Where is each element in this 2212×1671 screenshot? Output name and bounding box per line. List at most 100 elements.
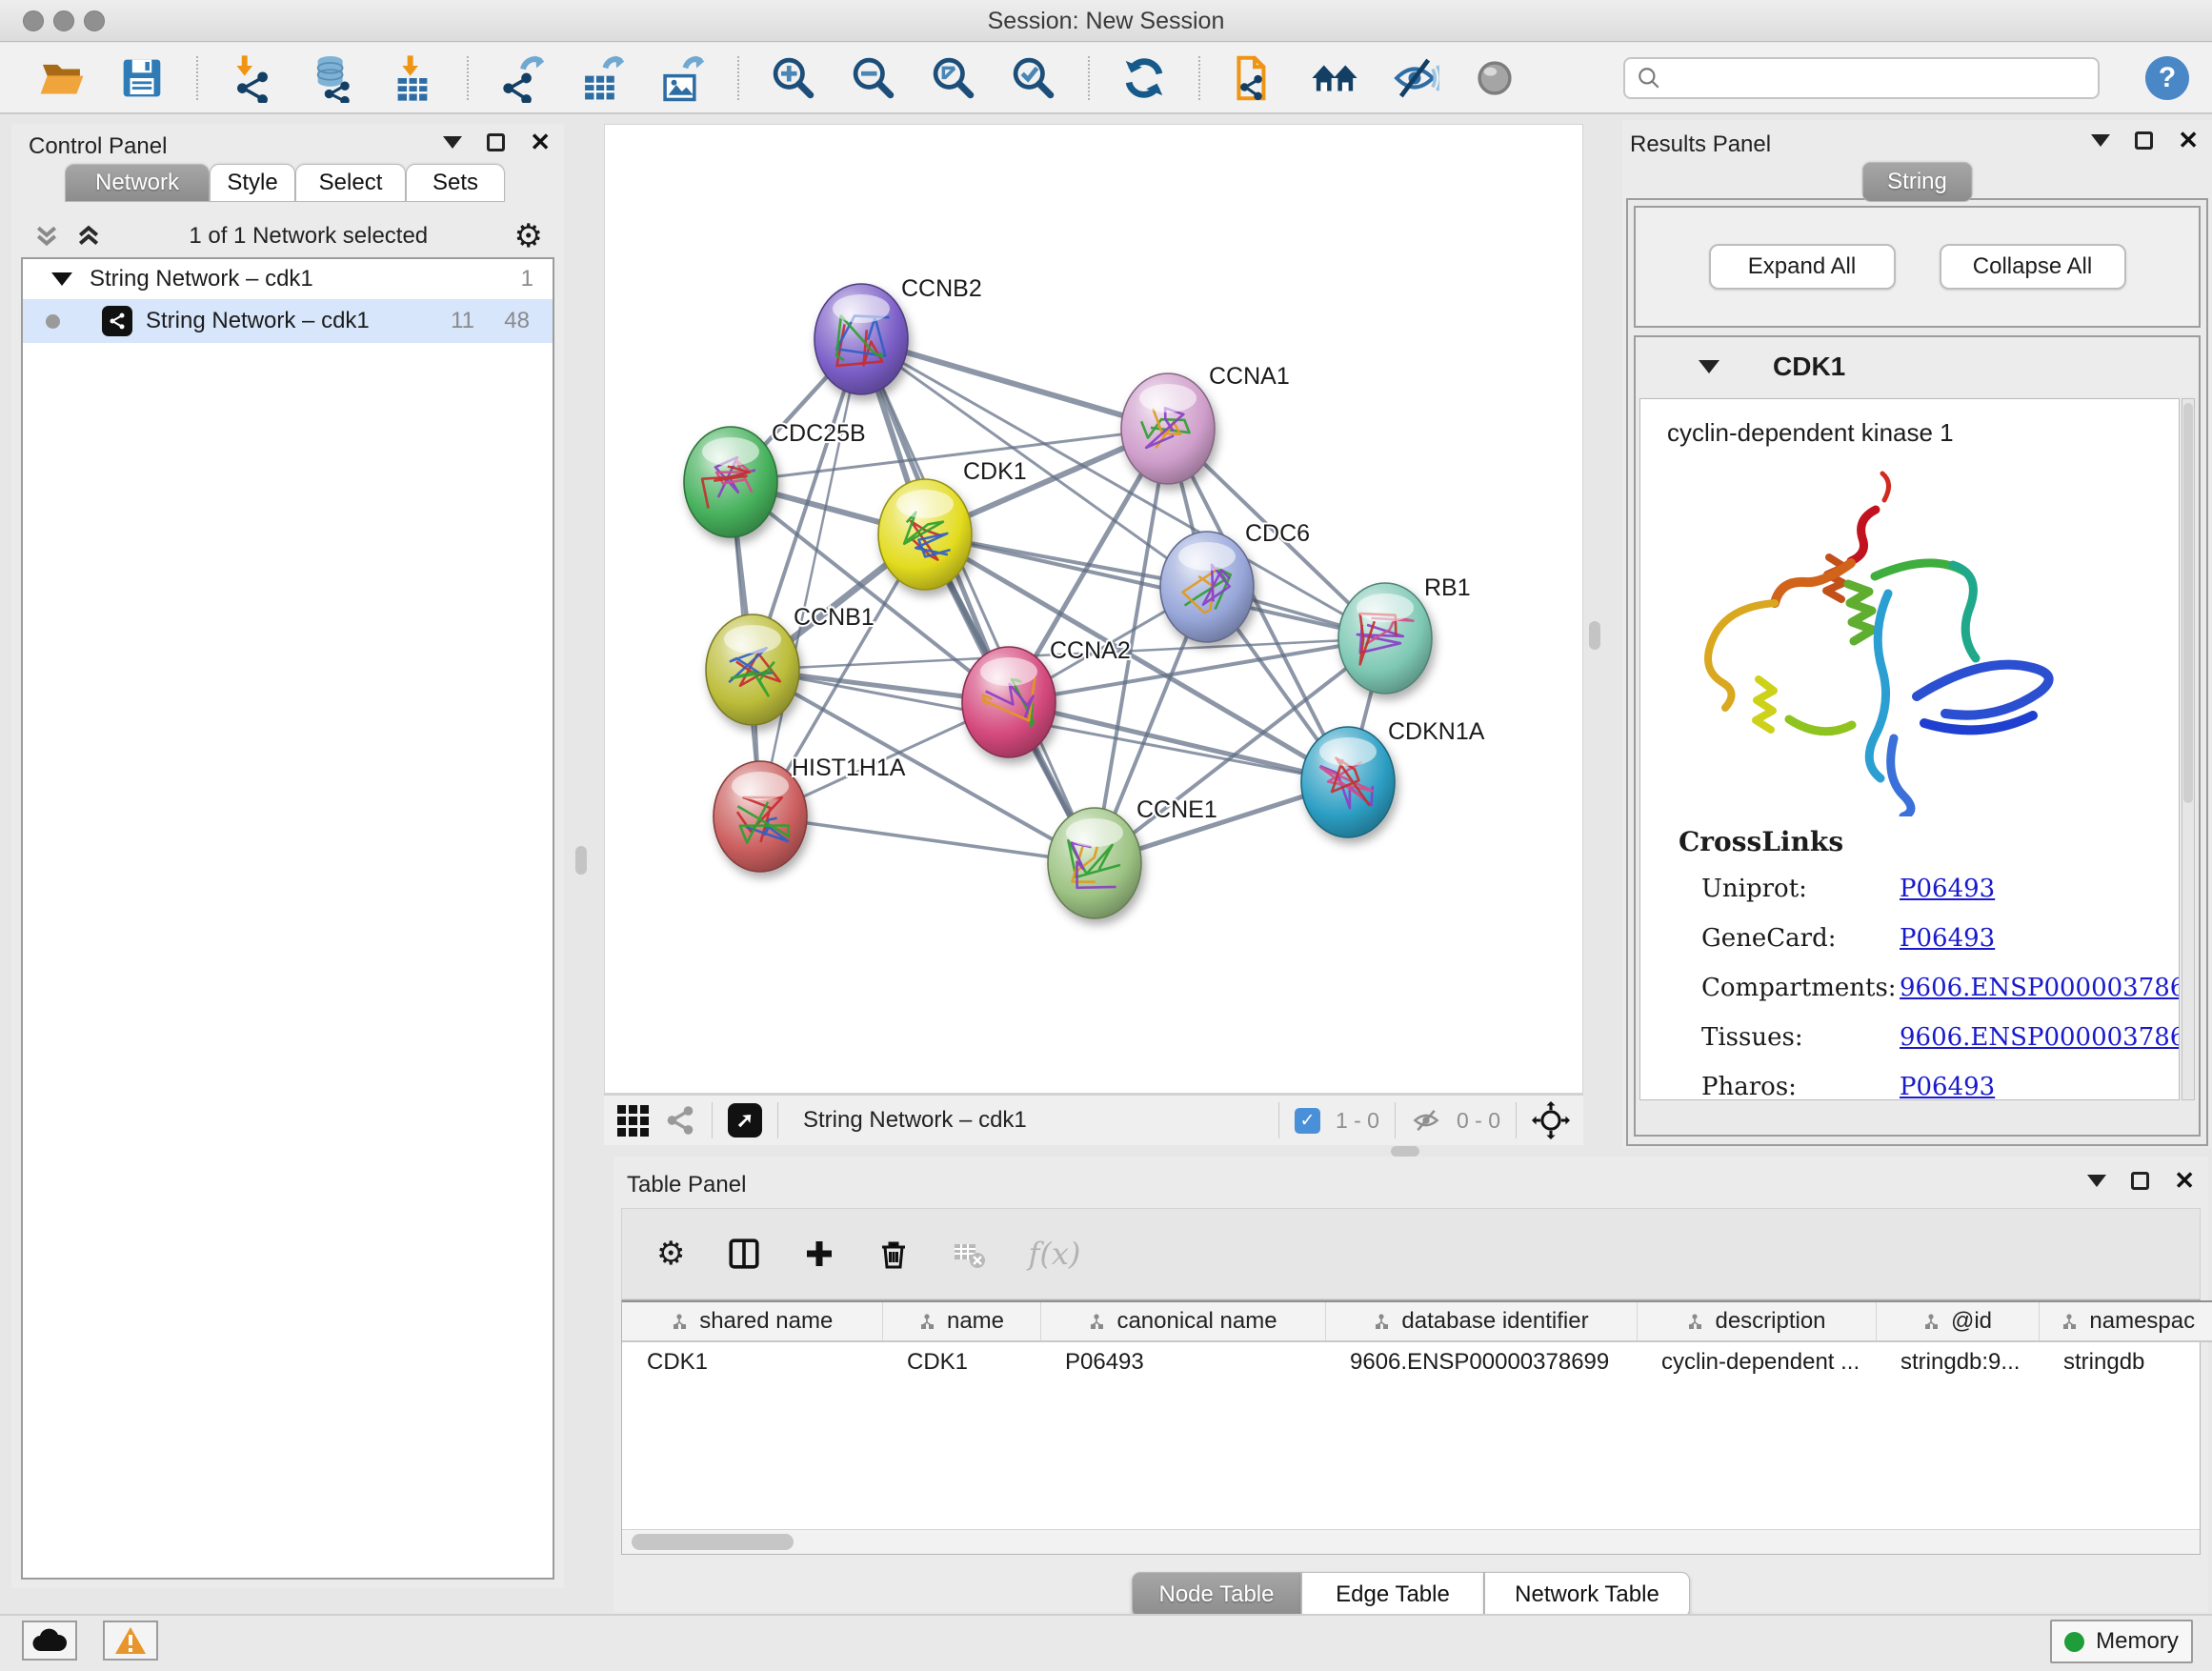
column-header-canonical-name[interactable]: canonical name xyxy=(1040,1301,1325,1341)
edge-CCNB2-HIST1H1A[interactable] xyxy=(760,339,861,816)
cloud-button[interactable] xyxy=(22,1621,77,1661)
node-CCNB1[interactable] xyxy=(706,614,799,725)
help-button[interactable]: ? xyxy=(2145,56,2189,100)
column-header-name[interactable]: name xyxy=(882,1301,1040,1341)
control-panel-float-icon[interactable] xyxy=(487,133,505,151)
birdseye-crosshair-icon[interactable] xyxy=(1532,1101,1570,1139)
column-header--id[interactable]: @id xyxy=(1876,1301,2039,1341)
results-panel-close-icon[interactable]: ✕ xyxy=(2178,131,2199,150)
bottom-splitter-handle[interactable] xyxy=(1391,1146,1419,1157)
crosslink-value-link[interactable]: 9606.ENSP00000378699 xyxy=(1900,1023,2180,1052)
table-cell[interactable]: CDK1 xyxy=(622,1341,882,1381)
zoom-out-button[interactable] xyxy=(848,52,899,104)
table-cell[interactable]: 9606.ENSP00000378699 xyxy=(1325,1341,1637,1381)
zoom-in-button[interactable] xyxy=(768,52,819,104)
results-scrollbar[interactable] xyxy=(2182,398,2195,1100)
search-input[interactable] xyxy=(1669,61,2086,95)
crosslink-value-link[interactable]: P06493 xyxy=(1900,875,1995,903)
cdk1-caret-icon[interactable] xyxy=(1699,360,1719,373)
share-view-icon[interactable] xyxy=(664,1104,696,1137)
collection-caret-icon[interactable] xyxy=(51,272,72,286)
network-collection-row[interactable]: String Network – cdk1 1 xyxy=(23,259,553,299)
collapse-all-icon[interactable] xyxy=(74,222,103,251)
show-panel-button[interactable] xyxy=(1469,52,1520,104)
selected-checkbox-icon[interactable]: ✓ xyxy=(1295,1108,1320,1134)
import-network-button[interactable] xyxy=(227,52,278,104)
export-image-button[interactable] xyxy=(657,52,709,104)
cdk1-section-header[interactable]: CDK1 xyxy=(1636,337,2199,396)
zoom-fit-button[interactable] xyxy=(928,52,979,104)
table-panel-menu-icon[interactable] xyxy=(2087,1175,2106,1187)
export-table-button[interactable] xyxy=(577,52,629,104)
control-panel-close-icon[interactable]: ✕ xyxy=(530,133,551,151)
tab-string[interactable]: String xyxy=(1861,162,1973,202)
column-header-shared-name[interactable]: shared name xyxy=(622,1301,882,1341)
results-panel-float-icon[interactable] xyxy=(2135,131,2153,150)
delete-column-icon[interactable] xyxy=(877,1238,910,1270)
zoom-selected-button[interactable] xyxy=(1008,52,1059,104)
table-options-gear-icon[interactable]: ⚙ xyxy=(656,1238,685,1270)
tab-network-table[interactable]: Network Table xyxy=(1484,1572,1690,1618)
column-header-database-identifier[interactable]: database identifier xyxy=(1325,1301,1637,1341)
tab-style[interactable]: Style xyxy=(210,164,295,202)
home-button[interactable] xyxy=(1309,52,1360,104)
network-row[interactable]: String Network – cdk1 11 48 xyxy=(23,299,553,343)
edge-CCNB2-CCNE1[interactable] xyxy=(861,339,1095,863)
show-columns-icon[interactable] xyxy=(727,1237,761,1271)
string-network-graph[interactable]: CCNB2CCNA1CDC25BCDK1CDC6RB1CCNB1CCNA2CDK… xyxy=(605,125,1584,1095)
tab-sets[interactable]: Sets xyxy=(406,164,505,202)
export-network-button[interactable] xyxy=(497,52,549,104)
table-cell[interactable]: stringdb xyxy=(2039,1341,2212,1381)
left-splitter-handle[interactable] xyxy=(575,846,587,875)
crosslink-value-link[interactable]: P06493 xyxy=(1900,924,1995,953)
add-column-icon[interactable] xyxy=(803,1238,835,1270)
crosslink-value-link[interactable]: P06493 xyxy=(1900,1073,1995,1100)
column-type-icon xyxy=(1088,1313,1105,1330)
column-header-namespac[interactable]: namespac xyxy=(2039,1301,2212,1341)
hide-panel-button[interactable] xyxy=(1389,52,1440,104)
import-network-from-database-button[interactable] xyxy=(307,52,358,104)
node-CCNE1[interactable] xyxy=(1048,808,1141,918)
edge-HIST1H1A-CCNE1[interactable] xyxy=(760,816,1095,863)
tab-select[interactable]: Select xyxy=(295,164,406,202)
table-row[interactable]: CDK1CDK1P064939606.ENSP00000378699cyclin… xyxy=(622,1341,2212,1381)
open-in-window-icon[interactable]: ➚ xyxy=(728,1103,762,1137)
import-table-button[interactable] xyxy=(387,52,438,104)
network-canvas[interactable]: CCNB2CCNA1CDC25BCDK1CDC6RB1CCNB1CCNA2CDK… xyxy=(604,124,1583,1094)
memory-button[interactable]: Memory xyxy=(2050,1620,2193,1663)
table-cell[interactable]: cyclin-dependent ... xyxy=(1637,1341,1876,1381)
table-panel-close-icon[interactable]: ✕ xyxy=(2174,1172,2195,1190)
table-cell[interactable]: P06493 xyxy=(1040,1341,1325,1381)
tab-edge-table[interactable]: Edge Table xyxy=(1301,1572,1484,1618)
clone-network-button[interactable] xyxy=(1229,52,1280,104)
grid-view-icon[interactable] xyxy=(617,1105,649,1137)
expand-all-icon[interactable] xyxy=(32,222,61,251)
node-CDC6[interactable] xyxy=(1160,532,1254,642)
tab-network[interactable]: Network xyxy=(65,164,210,202)
table-cell[interactable]: CDK1 xyxy=(882,1341,1040,1381)
node-CDKN1A[interactable] xyxy=(1301,727,1395,837)
refresh-button[interactable] xyxy=(1118,52,1170,104)
table-horizontal-scrollbar[interactable] xyxy=(622,1529,2200,1554)
control-panel-menu-icon[interactable] xyxy=(443,136,462,149)
table-panel-float-icon[interactable] xyxy=(2131,1172,2149,1190)
node-CCNA1[interactable] xyxy=(1121,373,1215,484)
column-header-description[interactable]: description xyxy=(1637,1301,1876,1341)
expand-all-button[interactable]: Expand All xyxy=(1709,244,1896,290)
tab-node-table[interactable]: Node Table xyxy=(1132,1572,1301,1618)
open-session-button[interactable] xyxy=(36,52,88,104)
save-session-button[interactable] xyxy=(116,52,168,104)
table-cell[interactable]: stringdb:9... xyxy=(1876,1341,2039,1381)
node-CDC25B[interactable] xyxy=(684,427,777,537)
node-RB1[interactable] xyxy=(1338,583,1432,694)
node-CCNB2[interactable] xyxy=(814,284,908,394)
node-CDK1[interactable] xyxy=(878,479,972,590)
network-options-gear-icon[interactable]: ⚙ xyxy=(514,220,543,252)
table-panel: Table Panel ✕ ⚙ f(x) shared namenamecano… xyxy=(613,1157,2208,1612)
node-CCNA2[interactable] xyxy=(962,647,1056,757)
crosslink-value-link[interactable]: 9606.ENSP00000378699 xyxy=(1900,974,2180,1002)
warnings-button[interactable] xyxy=(103,1621,158,1661)
collapse-all-button[interactable]: Collapse All xyxy=(1940,244,2126,290)
results-panel-menu-icon[interactable] xyxy=(2091,134,2110,147)
right-splitter-handle[interactable] xyxy=(1589,621,1600,650)
